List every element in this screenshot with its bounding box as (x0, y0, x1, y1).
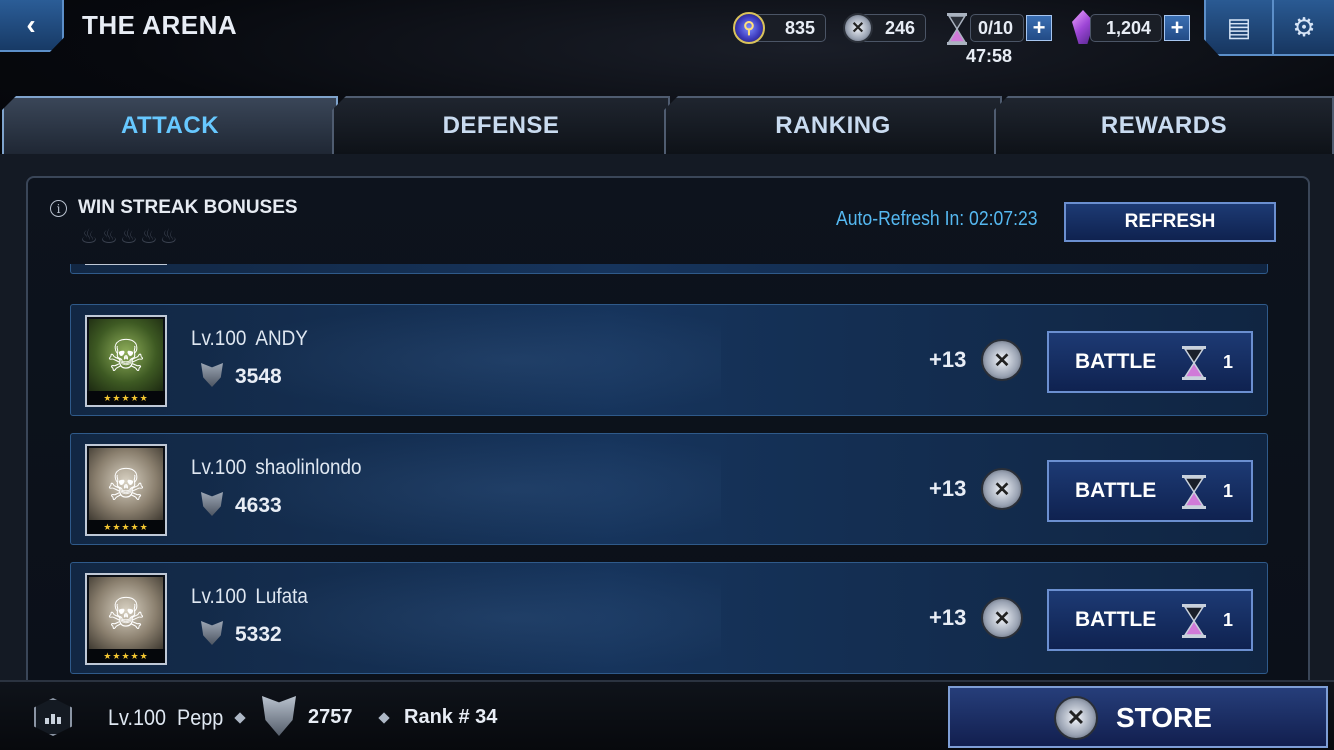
chevron-left-icon: ‹ (26, 9, 36, 40)
player-name: Pepp (176, 705, 224, 730)
mummy-face-icon: ☠ (89, 577, 163, 651)
player-level-name: Lv.100 Pepp (108, 705, 224, 730)
hourglass-icon (1182, 604, 1206, 638)
panther-watermark (201, 305, 721, 415)
opponent-level-name: Lv.100 Lufata (191, 585, 308, 608)
skull-face-icon: ☠ (89, 319, 163, 393)
energy-cost: 1 (1223, 481, 1234, 501)
opponent-power: 4633 (235, 494, 282, 517)
star-rating: ★★★★★ (87, 391, 165, 405)
list-item: ☠ ★★★★★ Lv.100 ANDY 3548 +13 ✕ BATTLE 1 (70, 304, 1268, 416)
flame-icon: ♨ (139, 226, 160, 248)
avatar[interactable]: ☠ ★★★★★ (85, 315, 167, 407)
flame-icons: ♨♨♨♨♨ (80, 224, 180, 249)
opponent-name: Lufata (255, 585, 308, 608)
reward-amount: +13 (929, 605, 967, 630)
arena-coin-icon: ✕ (843, 13, 873, 43)
stats-button[interactable] (34, 698, 72, 736)
hourglass-icon (946, 12, 968, 46)
opponent-name: ANDY (255, 327, 308, 350)
iso8-counter: ⚲ 835 (733, 12, 826, 44)
main-area: i WIN STREAK BONUSES ♨♨♨♨♨ Auto-Refresh … (0, 154, 1334, 680)
energy-cost: 1 (1223, 352, 1234, 372)
battle-button[interactable]: BATTLE 1 (1047, 460, 1253, 522)
plus-icon: + (1032, 15, 1046, 40)
tab-attack[interactable]: ATTACK (2, 96, 338, 154)
opponent-level-name: Lv.100 ANDY (191, 327, 308, 350)
page-title: THE ARENA (82, 10, 238, 40)
list-item: ☠ ★★★★★ Lv.100Lufata 5332 +13 ✕ BATTLE (70, 562, 1268, 674)
mummy-face-icon: ☠ (89, 448, 163, 522)
flame-icon: ♨ (80, 226, 100, 248)
battle-button[interactable]: BATTLE 1 (1047, 589, 1253, 651)
auto-refresh-timer: Auto-Refresh In: 02:07:23 (836, 208, 1038, 230)
list-item: ★★★★★ (70, 264, 1268, 274)
star-rating: ★★★★★ (87, 649, 165, 663)
player-power: 2757 (308, 706, 353, 728)
opponent-power: 5332 (235, 623, 282, 646)
energy-timer: 47:58 (966, 46, 1013, 66)
opponent-list[interactable]: ★★★★★ ☠ ★★★★★ Lv.100ANDY 3548 +13 ✕ (28, 264, 1308, 680)
flame-icon: ♨ (159, 226, 180, 248)
flame-icon: ♨ (119, 226, 140, 248)
plus-icon: + (1170, 15, 1184, 40)
separator-diamond (378, 712, 390, 724)
iso8-icon: ⚲ (733, 12, 765, 44)
info-icon[interactable]: i (50, 200, 67, 217)
battle-button[interactable]: BATTLE 1 (1047, 331, 1253, 393)
opponent-level-name: Lv.100 shaolinlondo (191, 456, 362, 479)
panther-watermark (201, 434, 721, 544)
arena-coin-counter: ✕ 246 (843, 13, 926, 43)
tab-rewards[interactable]: REWARDS (994, 96, 1334, 154)
bar-chart-icon (44, 714, 62, 724)
reward-amount: +13 (929, 476, 967, 501)
back-button[interactable]: ‹ (0, 0, 64, 52)
player-footer: Lv.100 Pepp 2757 Rank # 34 ✕ STORE (0, 680, 1334, 750)
avatar[interactable]: ☠ ★★★★★ (85, 444, 167, 536)
arena-coin-icon: ✕ (981, 597, 1023, 639)
flame-icon: ♨ (99, 226, 120, 248)
hourglass-icon (1182, 475, 1206, 509)
crystal-counter: 1,204 (1090, 14, 1162, 42)
tab-defense[interactable]: DEFENSE (332, 96, 670, 154)
add-energy-button[interactable]: + (1026, 15, 1052, 41)
store-button[interactable]: ✕ STORE (948, 686, 1328, 748)
arena-coin-icon: ✕ (1054, 696, 1098, 740)
scroll-icon: ▤ (1226, 11, 1252, 42)
gear-icon: ⚙ (1292, 11, 1316, 42)
avatar[interactable]: ☠ ★★★★★ (85, 573, 167, 665)
energy-counter: 0/10 (970, 14, 1024, 42)
tab-bar: ATTACK DEFENSE RANKING REWARDS (0, 96, 1334, 154)
opponents-panel: i WIN STREAK BONUSES ♨♨♨♨♨ Auto-Refresh … (26, 176, 1310, 680)
arena-coin-icon: ✕ (981, 339, 1023, 381)
opponent-power: 3548 (235, 365, 282, 388)
energy-cost: 1 (1223, 610, 1234, 630)
log-button[interactable]: ▤ (1204, 0, 1274, 56)
separator-diamond (234, 712, 246, 724)
add-crystals-button[interactable]: + (1164, 15, 1190, 41)
list-item: ☠ ★★★★★ Lv.100 shaolinlondo 4633 +13 ✕ BA… (70, 433, 1268, 545)
star-rating: ★★★★★ (87, 520, 165, 534)
refresh-button[interactable]: REFRESH (1064, 202, 1276, 242)
tab-ranking[interactable]: RANKING (664, 96, 1002, 154)
opponent-name: shaolinlondo (255, 456, 362, 479)
settings-button[interactable]: ⚙ (1272, 0, 1334, 56)
hourglass-icon (1182, 346, 1206, 380)
shield-icon (262, 696, 296, 736)
dragon-watermark (201, 563, 721, 673)
avatar: ★★★★★ (85, 264, 167, 265)
win-streak-title: WIN STREAK BONUSES (78, 197, 298, 218)
arena-coin-icon: ✕ (981, 468, 1023, 510)
reward-amount: +13 (929, 347, 967, 372)
player-rank: Rank # 34 (404, 706, 498, 728)
